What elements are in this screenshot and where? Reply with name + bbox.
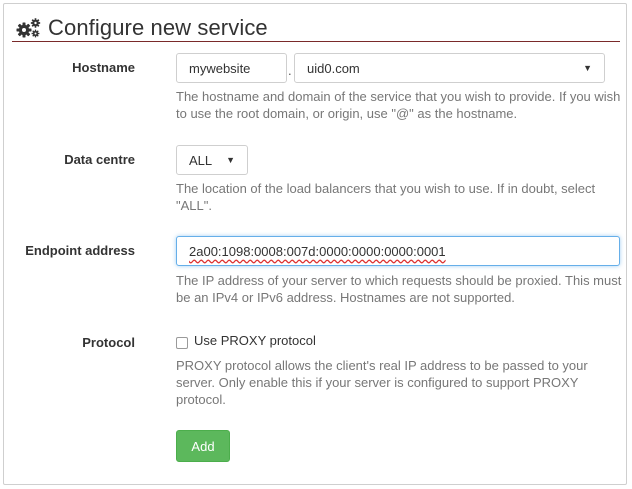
title-divider [12, 41, 620, 42]
hostname-input[interactable]: mywebsite [176, 53, 287, 83]
chevron-down-icon: ▼ [226, 155, 235, 165]
hostname-label: Hostname [72, 60, 135, 75]
proxy-protocol-checkbox-label[interactable]: Use PROXY protocol [194, 333, 316, 348]
domain-select[interactable]: uid0.com ▼ [294, 53, 605, 83]
protocol-label: Protocol [82, 335, 135, 350]
endpoint-help: The IP address of your server to which r… [176, 273, 622, 305]
endpoint-address-value: 2a00:1098:0008:007d:0000:0000:0000:0001 [189, 243, 446, 259]
proxy-protocol-checkbox[interactable] [176, 337, 188, 349]
hostname-separator: . [288, 63, 292, 78]
cogs-icon [16, 17, 42, 39]
chevron-down-icon: ▼ [583, 63, 592, 73]
datacentre-select-value: ALL [189, 152, 213, 168]
endpoint-address-input[interactable]: 2a00:1098:0008:007d:0000:0000:0000:0001 [176, 236, 620, 266]
title-text: Configure new service [48, 15, 268, 40]
hostname-help: The hostname and domain of the service t… [176, 89, 621, 121]
page-title: Configure new service [16, 13, 268, 43]
datacentre-select[interactable]: ALL ▼ [176, 145, 248, 175]
endpoint-label: Endpoint address [25, 243, 135, 258]
datacentre-label: Data centre [64, 152, 135, 167]
protocol-help: PROXY protocol allows the client's real … [176, 358, 588, 407]
datacentre-help: The location of the load balancers that … [176, 181, 596, 213]
domain-select-value: uid0.com [307, 60, 360, 76]
add-button[interactable]: Add [176, 430, 230, 462]
